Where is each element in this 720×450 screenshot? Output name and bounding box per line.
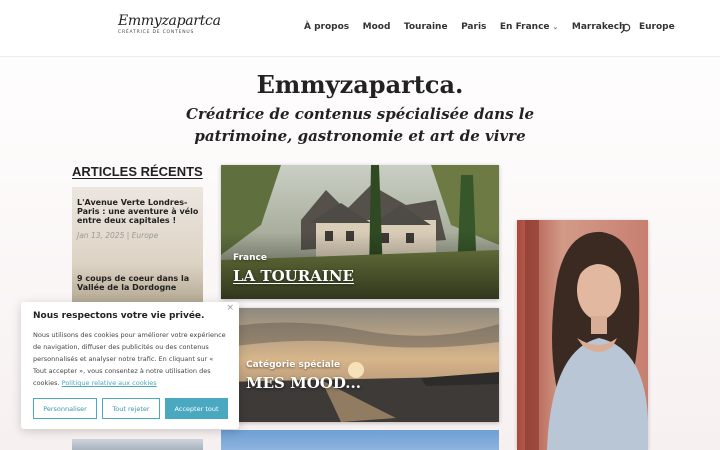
nav-item-paris[interactable]: Paris [461,22,486,32]
nav-item-marrakech[interactable]: Marrakech [572,22,626,32]
nav-item-europe[interactable]: Europe [639,22,675,32]
article-category[interactable]: Europe [132,231,159,240]
category-card-mood[interactable]: Catégorie spéciale MES MOOD... [221,308,499,422]
portrait-image [517,220,648,450]
site-logo[interactable]: Emmyzapartca CRÉATRICE DE CONTENUS [118,13,221,35]
card-category: France [233,253,267,263]
category-card-partial[interactable] [221,430,499,450]
card-category: Catégorie spéciale [246,360,341,370]
card-title[interactable]: LA TOURAINE [233,267,354,285]
nav-label: Mood [362,22,391,32]
nav-label: À propos [304,22,350,32]
chevron-down-icon: ⌄ [552,23,559,31]
site-title: Emmyzapartca. [256,70,464,99]
logo-text: Emmyzapartca [118,13,221,29]
cookie-button-row: Personnaliser Tout rejeter Accepter tout [33,398,228,419]
reject-all-button[interactable]: Tout rejeter [102,398,160,419]
site-tagline: Créatrice de contenus spécialisée dans l… [186,105,534,145]
nav-label: Europe [638,22,675,32]
cookie-consent-dialog: × Nous respectons votre vie privée. Nous… [21,302,239,429]
list-item[interactable]: L'Avenue Verte Londres-Paris : une avent… [77,198,201,240]
nav-item-a-propos[interactable]: À propos [304,22,349,32]
nav-item-en-france[interactable]: En France ⌄ [500,22,559,32]
category-card-touraine[interactable]: France LA TOURAINE [221,165,499,299]
article-date: Jan 13, 2025 [77,231,125,240]
nav-label: En France [499,22,550,32]
nav-label: Touraine [403,22,448,32]
personalize-button[interactable]: Personnaliser [33,398,97,419]
recent-articles-heading[interactable]: ARTICLES RÉCENTS [72,164,203,179]
nav-item-mood[interactable]: Mood [363,22,391,32]
article-title[interactable]: 9 coups de coeur dans la Vallée de la Do… [77,274,201,292]
site-header: Emmyzapartca CRÉATRICE DE CONTENUS À pro… [0,0,720,57]
close-icon[interactable]: × [226,303,234,313]
accept-all-button[interactable]: Accepter tout [165,398,228,419]
article-title[interactable]: L'Avenue Verte Londres-Paris : une avent… [77,198,201,225]
card-title[interactable]: MES MOOD... [246,374,361,392]
cookie-title: Nous respectons votre vie privée. [33,311,205,321]
meta-separator: | [124,231,132,240]
search-icon[interactable] [620,23,631,34]
portrait-photo [517,220,648,450]
nav-item-touraine[interactable]: Touraine [404,22,448,32]
list-item[interactable]: 9 coups de coeur dans la Vallée de la Do… [77,274,201,292]
cookie-policy-link[interactable]: Politique relative aux cookies [62,379,157,387]
article-thumbnail[interactable] [72,439,203,450]
logo-subtitle: CRÉATRICE DE CONTENUS [118,30,195,35]
article-meta: Jan 13, 2025 | Europe [77,231,201,240]
cookie-text: Nous utilisons des cookies pour améliore… [33,329,227,389]
nav-label: Paris [461,22,487,32]
nav-label: Marrakech [571,22,626,32]
